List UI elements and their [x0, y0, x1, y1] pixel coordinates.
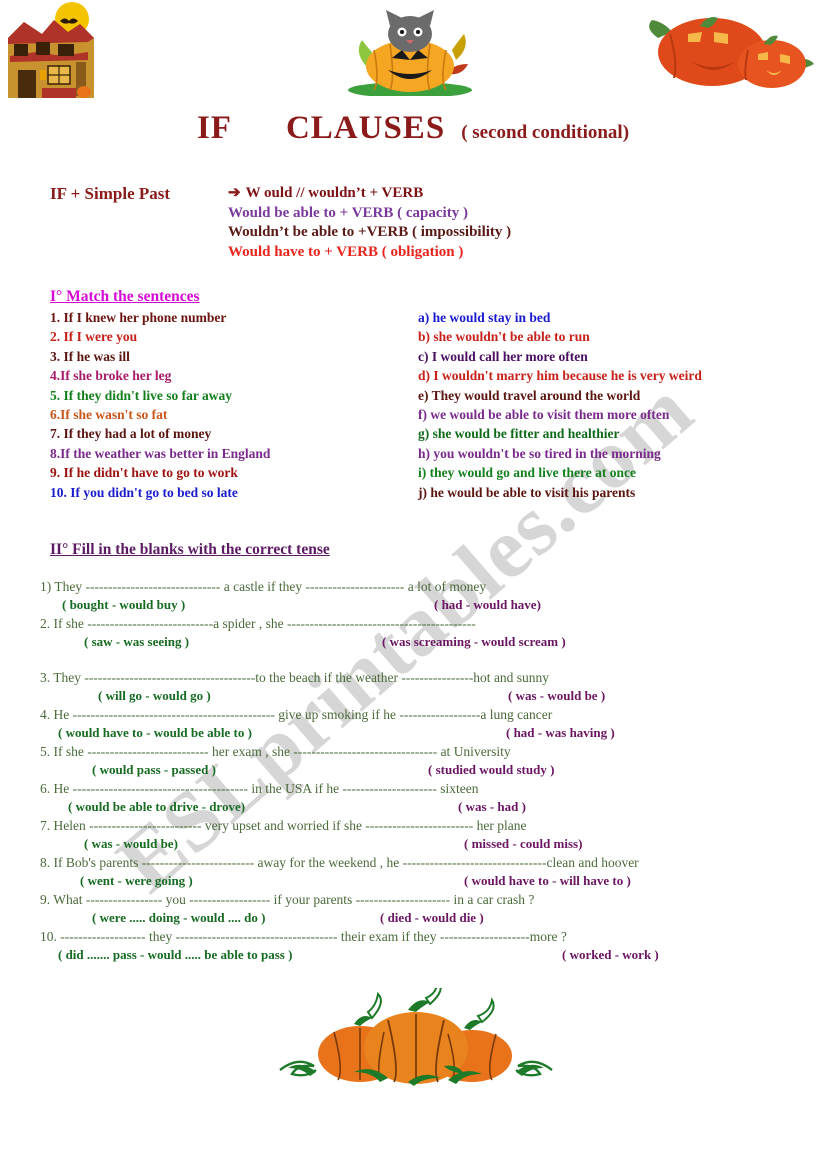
- arrow-icon: ➔: [228, 185, 241, 201]
- list-item[interactable]: a) he would stay in bed: [418, 308, 702, 327]
- fill-options: ( would be able to drive - drove) ( was …: [40, 798, 820, 816]
- formula-lines: ➔ W ould // wouldn’t + VERB Would be able…: [228, 184, 511, 262]
- option-group-1[interactable]: ( went - were going ): [80, 872, 193, 890]
- worksheet-page: IF CLAUSES ( second conditional) IF + Si…: [0, 0, 826, 1169]
- option-group-1[interactable]: ( would pass - passed ): [92, 761, 216, 779]
- list-item[interactable]: h) you wouldn't be so tired in the morni…: [418, 444, 702, 463]
- two-pumpkins-icon: [649, 17, 814, 88]
- option-group-2[interactable]: ( had - was having ): [506, 724, 615, 742]
- fill-sentence: 5. If she --------------------------- he…: [40, 744, 511, 759]
- fill-options: ( were ..... doing - would .... do ) ( d…: [40, 909, 820, 927]
- option-group-2[interactable]: ( studied would study ): [428, 761, 554, 779]
- option-group-1[interactable]: ( were ..... doing - would .... do ): [92, 909, 265, 927]
- list-item[interactable]: 8.If the weather was better in England: [50, 444, 270, 463]
- section-2-heading: II° Fill in the blanks with the correct …: [50, 541, 330, 558]
- fill-item[interactable]: 10. ------------------- they -----------…: [40, 928, 820, 964]
- formula-line-2: Would be able to + VERB ( capacity ): [228, 204, 468, 221]
- fill-options: ( did ....... pass - would ..... be able…: [40, 946, 820, 964]
- fill-options: ( will go - would go ) ( was - would be …: [40, 687, 820, 705]
- list-item[interactable]: g) she would be fitter and healthier: [418, 424, 702, 443]
- option-group-2[interactable]: ( was - had ): [458, 798, 526, 816]
- fill-item[interactable]: 1) They ------------------------------ a…: [40, 578, 820, 614]
- list-item[interactable]: i) they would go and live there at once: [418, 463, 702, 482]
- option-group-1[interactable]: ( saw - was seeing ): [84, 633, 189, 651]
- title-if: IF: [196, 110, 232, 146]
- page-title: IF CLAUSES ( second conditional): [0, 110, 826, 147]
- fill-item[interactable]: 7. Helen ------------------------- very …: [40, 817, 820, 853]
- fill-in-blanks-list: 1) They ------------------------------ a…: [40, 578, 820, 965]
- fill-options: ( went - were going ) ( would have to - …: [40, 872, 820, 890]
- fill-options: ( bought - would buy ) ( had - would hav…: [40, 596, 820, 614]
- list-item[interactable]: 5. If they didn't live so far away: [50, 386, 270, 405]
- fill-sentence: 6. He ----------------------------------…: [40, 781, 479, 796]
- fill-options: ( would have to - would be able to ) ( h…: [40, 724, 820, 742]
- section-1-heading: I° Match the sentences: [50, 288, 200, 305]
- formula-line-4: Would have to + VERB ( obligation ): [228, 243, 464, 260]
- haunted-house-icon: [8, 2, 94, 98]
- fill-options: ( would pass - passed ) ( studied would …: [40, 761, 820, 779]
- list-item[interactable]: 9. If he didn't have to go to work: [50, 463, 270, 482]
- list-item[interactable]: 2. If I were you: [50, 327, 270, 346]
- list-item[interactable]: d) I wouldn't marry him because he is ve…: [418, 366, 702, 385]
- formula-block: IF + Simple Past ➔ W ould // wouldn’t + V…: [50, 184, 511, 262]
- option-group-2[interactable]: ( had - would have): [434, 596, 541, 614]
- option-group-1[interactable]: ( was - would be): [84, 835, 178, 853]
- option-group-2[interactable]: ( missed - could miss): [464, 835, 582, 853]
- match-left-column: 1. If I knew her phone number 2. If I we…: [50, 308, 270, 502]
- option-group-2[interactable]: ( would have to - will have to ): [464, 872, 631, 890]
- fill-sentence: 1) They ------------------------------ a…: [40, 579, 487, 594]
- list-item[interactable]: 4.If she broke her leg: [50, 366, 270, 385]
- fill-sentence: 10. ------------------- they -----------…: [40, 929, 567, 944]
- formula-line-1-text: W ould // wouldn’t + VERB: [245, 185, 424, 201]
- fill-sentence: 9. What ----------------- you ----------…: [40, 892, 535, 907]
- fill-sentence: 3. They --------------------------------…: [40, 670, 550, 685]
- cat-in-pumpkin-icon: [348, 10, 472, 96]
- fill-item[interactable]: 2. If she ----------------------------a …: [40, 615, 820, 651]
- fill-options: ( was - would be) ( missed - could miss): [40, 835, 820, 853]
- list-item[interactable]: c) I would call her more often: [418, 347, 702, 366]
- match-right-column: a) he would stay in bed b) she wouldn't …: [418, 308, 702, 502]
- fill-item[interactable]: 8. If Bob's parents --------------------…: [40, 854, 820, 890]
- formula-heading: IF + Simple Past: [50, 184, 171, 203]
- formula-line-3: Wouldn’t be able to +VERB ( impossibilit…: [228, 224, 512, 240]
- three-pumpkins-icon: [279, 988, 553, 1086]
- option-group-1[interactable]: ( bought - would buy ): [62, 596, 185, 614]
- fill-sentence: 7. Helen ------------------------- very …: [40, 818, 527, 833]
- title-subtitle: ( second conditional): [461, 122, 630, 143]
- list-item[interactable]: e) They would travel around the world: [418, 386, 702, 405]
- option-group-2[interactable]: ( died - would die ): [380, 909, 484, 927]
- list-item[interactable]: 3. If he was ill: [50, 347, 270, 366]
- fill-sentence: 2. If she ----------------------------a …: [40, 616, 476, 631]
- list-item[interactable]: 7. If they had a lot of money: [50, 424, 270, 443]
- list-item[interactable]: 10. If you didn't go to bed so late: [50, 483, 270, 502]
- option-group-2[interactable]: ( was screaming - would scream ): [382, 633, 566, 651]
- option-group-2[interactable]: ( worked - work ): [562, 946, 659, 964]
- fill-item[interactable]: 5. If she --------------------------- he…: [40, 743, 820, 779]
- title-clauses: CLAUSES: [285, 110, 446, 146]
- list-item[interactable]: j) he would be able to visit his parents: [418, 483, 702, 502]
- fill-item[interactable]: 4. He ----------------------------------…: [40, 706, 820, 742]
- option-group-1[interactable]: ( would have to - would be able to ): [58, 724, 252, 742]
- list-item[interactable]: 6.If she wasn't so fat: [50, 405, 270, 424]
- fill-item[interactable]: 3. They --------------------------------…: [40, 669, 820, 705]
- list-item[interactable]: b) she wouldn't be able to run: [418, 327, 702, 346]
- fill-options: ( saw - was seeing ) ( was screaming - w…: [40, 633, 820, 651]
- formula-line-1: ➔ W ould // wouldn’t + VERB: [228, 184, 511, 204]
- fill-sentence: 8. If Bob's parents --------------------…: [40, 855, 639, 870]
- fill-item[interactable]: 9. What ----------------- you ----------…: [40, 891, 820, 927]
- option-group-2[interactable]: ( was - would be ): [508, 687, 605, 705]
- option-group-1[interactable]: ( did ....... pass - would ..... be able…: [58, 946, 292, 964]
- list-item[interactable]: f) we would be able to visit them more o…: [418, 405, 702, 424]
- option-group-1[interactable]: ( would be able to drive - drove): [68, 798, 245, 816]
- option-group-1[interactable]: ( will go - would go ): [98, 687, 211, 705]
- list-item[interactable]: 1. If I knew her phone number: [50, 308, 270, 327]
- fill-sentence: 4. He ----------------------------------…: [40, 707, 553, 722]
- fill-item[interactable]: 6. He ----------------------------------…: [40, 780, 820, 816]
